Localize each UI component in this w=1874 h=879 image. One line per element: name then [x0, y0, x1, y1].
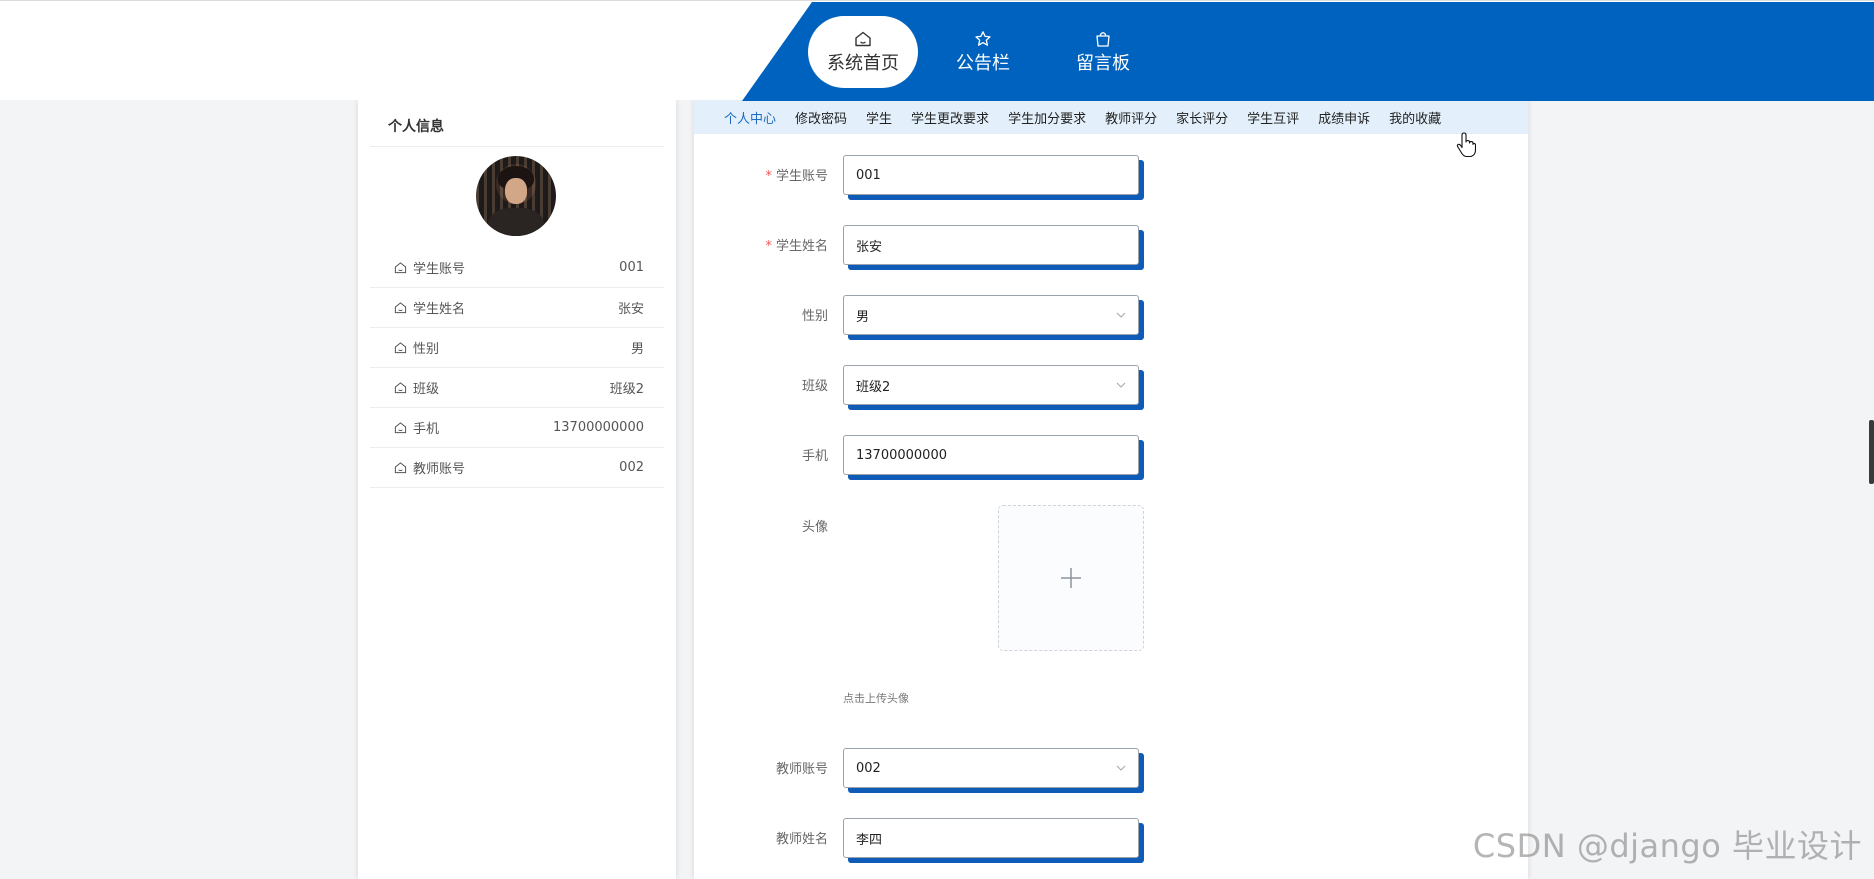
info-label: 手机: [413, 422, 440, 437]
scrollbar-thumb[interactable]: [1869, 420, 1874, 484]
subnav-item-student-change-request[interactable]: 学生更改要求: [911, 108, 989, 127]
required-mark: *: [765, 239, 772, 254]
input-value: 李四: [856, 832, 883, 848]
subnav-item-student-bonus-request[interactable]: 学生加分要求: [1008, 108, 1086, 127]
select-value: 男: [856, 309, 870, 325]
label-text: 学生姓名: [775, 239, 828, 254]
field-label: * 学生账号: [765, 165, 828, 184]
subnav-item-change-password[interactable]: 修改密码: [795, 108, 847, 127]
info-row-student-name: 学生姓名 张安: [370, 288, 664, 328]
upload-hint: 点击上传头像: [843, 692, 909, 705]
select-value: 002: [856, 760, 881, 776]
home-icon: [394, 382, 407, 394]
plus-icon: [1061, 568, 1081, 588]
main-nav: 系统首页 公告栏 留言板: [808, 15, 1158, 89]
info-label: 学生姓名: [413, 302, 466, 317]
chevron-down-icon: [1116, 765, 1126, 771]
nav-label: 公告栏: [956, 53, 1010, 74]
nav-label: 系统首页: [827, 53, 899, 74]
avatar: [476, 156, 556, 236]
form-row-teacher-name: 教师姓名 李四: [694, 818, 1528, 863]
input-value: 张安: [856, 239, 883, 255]
subnav-item-teacher-rating[interactable]: 教师评分: [1105, 108, 1157, 127]
info-row-class: 班级 班级2: [370, 368, 664, 408]
info-value: 男: [630, 342, 644, 357]
home-icon: [394, 462, 407, 474]
subnav-item-grade-appeal[interactable]: 成绩申诉: [1318, 108, 1370, 127]
form-row-gender: 性别 男: [694, 295, 1528, 340]
form-row-student-name: * 学生姓名 张安: [694, 225, 1528, 270]
info-row-phone: 手机 13700000000: [370, 408, 664, 448]
info-label: 班级: [413, 382, 440, 397]
field-label: 班级: [801, 379, 828, 394]
nav-item-notice[interactable]: 公告栏: [928, 16, 1038, 88]
hand-pointer-icon: [1456, 132, 1476, 158]
avatar-upload-box[interactable]: [998, 505, 1144, 651]
student-account-input[interactable]: 001: [843, 155, 1139, 195]
main-panel: 个人中心 修改密码 学生 学生更改要求 学生加分要求 教师评分 家长评分 学生互…: [694, 100, 1528, 879]
info-value: 班级2: [609, 382, 644, 397]
phone-input[interactable]: 13700000000: [843, 435, 1139, 475]
home-icon: [394, 262, 407, 274]
teacher-account-select[interactable]: 002: [843, 748, 1139, 788]
info-value: 002: [619, 460, 644, 475]
info-row-student-account: 学生账号 001: [370, 248, 664, 288]
star-icon: [975, 31, 991, 46]
form-row-student-account: * 学生账号 001: [694, 155, 1528, 200]
input-value: 001: [856, 167, 881, 183]
subnav-item-peer-rating[interactable]: 学生互评: [1247, 108, 1299, 127]
info-value: 张安: [617, 302, 644, 317]
watermark: CSDN @django 毕业设计: [1472, 827, 1862, 865]
subnav-item-favorites[interactable]: 我的收藏: [1389, 108, 1441, 127]
home-icon: [394, 342, 407, 354]
form-row-class: 班级 班级2: [694, 365, 1528, 410]
gender-select[interactable]: 男: [843, 295, 1139, 335]
info-row-teacher-account: 教师账号 002: [370, 448, 664, 488]
field-label: 手机: [801, 449, 828, 464]
sub-nav: 个人中心 修改密码 学生 学生更改要求 学生加分要求 教师评分 家长评分 学生互…: [694, 100, 1528, 134]
label-text: 学生账号: [775, 169, 828, 184]
info-label: 性别: [413, 342, 440, 357]
profile-card: 个人信息 学生账号 001 学生姓名 张安 性别 男 班级 班级2 手机 137…: [358, 100, 676, 879]
chevron-down-icon: [1116, 312, 1126, 318]
class-select[interactable]: 班级2: [843, 365, 1139, 405]
teacher-name-input[interactable]: 李四: [843, 818, 1139, 858]
divider: [370, 146, 664, 147]
field-label: 性别: [801, 309, 828, 324]
field-label: 教师账号: [775, 762, 828, 777]
info-value: 001: [619, 260, 644, 275]
required-mark: *: [765, 169, 772, 184]
home-icon: [394, 302, 407, 314]
field-label: 教师姓名: [775, 832, 828, 847]
subnav-item-student[interactable]: 学生: [866, 108, 892, 127]
form-row-teacher-account: 教师账号 002: [694, 748, 1528, 793]
subnav-item-personal-center[interactable]: 个人中心: [724, 108, 776, 127]
info-label: 学生账号: [413, 262, 466, 277]
nav-item-home[interactable]: 系统首页: [808, 16, 918, 88]
input-value: 13700000000: [856, 447, 947, 463]
select-value: 班级2: [856, 379, 891, 395]
info-row-gender: 性别 男: [370, 328, 664, 368]
student-name-input[interactable]: 张安: [843, 225, 1139, 265]
info-label: 教师账号: [413, 462, 466, 477]
top-header: 系统首页 公告栏 留言板: [0, 0, 1874, 101]
nav-label: 留言板: [1076, 53, 1130, 74]
bag-icon: [1096, 32, 1110, 47]
subnav-item-parent-rating[interactable]: 家长评分: [1176, 108, 1228, 127]
profile-info-list: 学生账号 001 学生姓名 张安 性别 男 班级 班级2 手机 13700000…: [370, 248, 664, 488]
home-icon: [394, 422, 407, 434]
nav-item-message[interactable]: 留言板: [1048, 16, 1158, 88]
field-label: 头像: [801, 520, 828, 535]
info-value: 13700000000: [553, 420, 644, 435]
profile-title: 个人信息: [388, 119, 444, 135]
chevron-down-icon: [1116, 382, 1126, 388]
field-label: * 学生姓名: [765, 235, 828, 254]
home-icon: [855, 31, 871, 47]
form-row-phone: 手机 13700000000: [694, 435, 1528, 480]
